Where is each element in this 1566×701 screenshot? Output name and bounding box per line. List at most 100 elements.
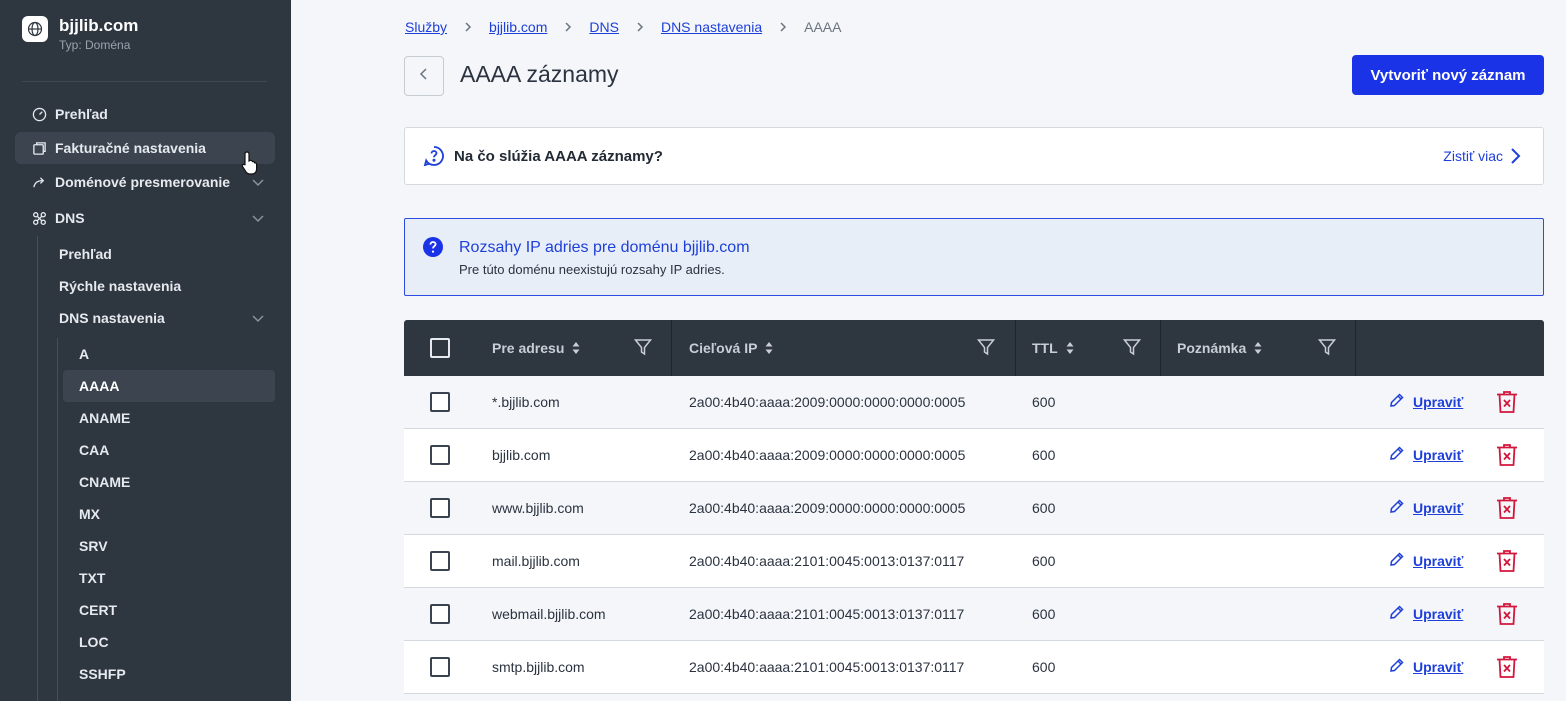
edit-button[interactable]: Upraviť xyxy=(1389,535,1463,587)
edit-label: Upraviť xyxy=(1413,500,1464,516)
edit-button[interactable]: Upraviť xyxy=(1389,588,1463,640)
edit-button[interactable]: Upraviť xyxy=(1389,376,1463,428)
cell-ttl: 600 xyxy=(1032,500,1056,516)
delete-icon[interactable] xyxy=(1496,655,1518,684)
sidebar-item-redirect[interactable]: Doménové presmerovanie xyxy=(15,166,275,198)
back-button[interactable] xyxy=(404,56,444,96)
table-row: bjjlib.com 2a00:4b40:aaaa:2009:0000:0000… xyxy=(404,429,1544,482)
sidebar-item-dns[interactable]: DNS xyxy=(15,202,275,234)
column-header-note[interactable]: Poznámka xyxy=(1177,320,1262,376)
filter-icon[interactable] xyxy=(1122,338,1142,361)
gauge-icon xyxy=(31,106,47,122)
pencil-icon xyxy=(1389,445,1405,466)
record-type-caa[interactable]: CAA xyxy=(63,434,275,466)
brand-title: bjjlib.com xyxy=(59,16,139,35)
help-circle-icon xyxy=(422,236,444,263)
delete-icon[interactable] xyxy=(1496,443,1518,472)
pencil-icon xyxy=(1389,551,1405,572)
cell-ttl: 600 xyxy=(1032,553,1056,569)
delete-icon[interactable] xyxy=(1496,549,1518,578)
create-record-button[interactable]: Vytvoriť nový záznam xyxy=(1352,55,1544,95)
learn-more-link[interactable]: Zistiť viac xyxy=(1443,147,1521,165)
cell-host: webmail.bjjlib.com xyxy=(492,606,606,622)
sidebar-subitem-dns-settings[interactable]: DNS nastavenia xyxy=(59,310,165,326)
record-type-cname[interactable]: CNAME xyxy=(63,466,275,498)
tree-line xyxy=(37,236,38,701)
record-type-cert[interactable]: CERT xyxy=(63,594,275,626)
cell-ttl: 600 xyxy=(1032,606,1056,622)
column-header-ip[interactable]: Cieľová IP xyxy=(689,320,773,376)
record-type-sshfp[interactable]: SSHFP xyxy=(63,658,275,690)
breadcrumb: Služby bjjlib.com DNS DNS nastavenia AAA… xyxy=(405,19,841,35)
edit-label: Upraviť xyxy=(1413,659,1464,675)
billing-icon xyxy=(31,140,47,156)
cell-ip: 2a00:4b40:aaaa:2009:0000:0000:0000:0005 xyxy=(689,500,966,516)
breadcrumb-link-dns-settings[interactable]: DNS nastavenia xyxy=(661,19,762,35)
sidebar-item-billing[interactable]: Fakturačné nastavenia xyxy=(15,132,275,164)
chevron-right-icon xyxy=(635,21,645,33)
sidebar-divider xyxy=(22,81,267,82)
info-text: Pre túto doménu neexistujú rozsahy IP ad… xyxy=(459,262,725,277)
chevron-down-icon xyxy=(251,311,265,330)
filter-icon[interactable] xyxy=(976,338,996,361)
table-row: webmail.bjjlib.com 2a00:4b40:aaaa:2101:0… xyxy=(404,588,1544,641)
breadcrumb-link-dns[interactable]: DNS xyxy=(589,19,619,35)
row-checkbox[interactable] xyxy=(430,376,450,428)
column-divider xyxy=(1355,320,1356,376)
pencil-icon xyxy=(1389,604,1405,625)
sidebar-subitem-quick-settings[interactable]: Rýchle nastavenia xyxy=(59,278,181,294)
delete-icon[interactable] xyxy=(1496,390,1518,419)
table-body: *.bjjlib.com 2a00:4b40:aaaa:2009:0000:00… xyxy=(404,376,1544,694)
edit-button[interactable]: Upraviť xyxy=(1389,429,1463,481)
row-checkbox[interactable] xyxy=(430,482,450,534)
sidebar-item-label: Doménové presmerovanie xyxy=(55,174,231,190)
page-title: AAAA záznamy xyxy=(460,61,619,87)
table-header: Pre adresu Cieľová IP TTL Poznámka xyxy=(404,320,1544,376)
row-checkbox[interactable] xyxy=(430,535,450,587)
record-type-txt[interactable]: TXT xyxy=(63,562,275,594)
sidebar-item-prehlad[interactable]: Prehľad xyxy=(15,98,275,130)
edit-button[interactable]: Upraviť xyxy=(1389,641,1463,693)
edit-label: Upraviť xyxy=(1413,553,1464,569)
breadcrumb-link-domain[interactable]: bjjlib.com xyxy=(489,19,547,35)
record-type-loc[interactable]: LOC xyxy=(63,626,275,658)
column-divider xyxy=(1160,320,1161,376)
cell-ip: 2a00:4b40:aaaa:2101:0045:0013:0137:0117 xyxy=(689,553,965,569)
row-checkbox[interactable] xyxy=(430,588,450,640)
edit-label: Upraviť xyxy=(1413,606,1464,622)
sidebar-subitem-dns-prehlad[interactable]: Prehľad xyxy=(59,246,112,262)
brand-subtitle: Typ: Doména xyxy=(59,38,131,52)
cell-host: www.bjjlib.com xyxy=(492,500,584,516)
faq-panel[interactable]: Na čo slúžia AAAA záznamy? Zistiť viac xyxy=(404,127,1544,185)
record-type-aname[interactable]: ANAME xyxy=(63,402,275,434)
ip-range-info: Rozsahy IP adries pre doménu bjjlib.com … xyxy=(404,218,1544,296)
cell-ttl: 600 xyxy=(1032,394,1056,410)
filter-icon[interactable] xyxy=(633,338,653,361)
cell-ip: 2a00:4b40:aaaa:2009:0000:0000:0000:0005 xyxy=(689,447,966,463)
record-type-mx[interactable]: MX xyxy=(63,498,275,530)
record-type-a[interactable]: A xyxy=(63,338,275,370)
delete-icon[interactable] xyxy=(1496,496,1518,525)
table-row: www.bjjlib.com 2a00:4b40:aaaa:2009:0000:… xyxy=(404,482,1544,535)
column-divider xyxy=(671,320,672,376)
breadcrumb-link-services[interactable]: Služby xyxy=(405,19,447,35)
cell-host: bjjlib.com xyxy=(492,447,551,463)
sort-icon xyxy=(1066,341,1074,355)
edit-button[interactable]: Upraviť xyxy=(1389,482,1463,534)
mouse-cursor-icon xyxy=(240,150,260,181)
select-all-checkbox[interactable] xyxy=(430,320,450,376)
tree-line xyxy=(57,338,58,701)
row-checkbox[interactable] xyxy=(430,641,450,693)
filter-icon[interactable] xyxy=(1317,338,1337,361)
brand[interactable]: bjjlib.com Typ: Doména xyxy=(22,16,138,52)
record-type-srv[interactable]: SRV xyxy=(63,530,275,562)
column-header-ttl[interactable]: TTL xyxy=(1032,320,1074,376)
chevron-down-icon xyxy=(251,211,265,228)
cell-host: mail.bjjlib.com xyxy=(492,553,580,569)
delete-icon[interactable] xyxy=(1496,602,1518,631)
cell-host: smtp.bjjlib.com xyxy=(492,659,585,675)
column-header-host[interactable]: Pre adresu xyxy=(492,320,580,376)
learn-more-label: Zistiť viac xyxy=(1443,148,1503,164)
record-type-aaaa[interactable]: AAAA xyxy=(63,370,275,402)
row-checkbox[interactable] xyxy=(430,429,450,481)
